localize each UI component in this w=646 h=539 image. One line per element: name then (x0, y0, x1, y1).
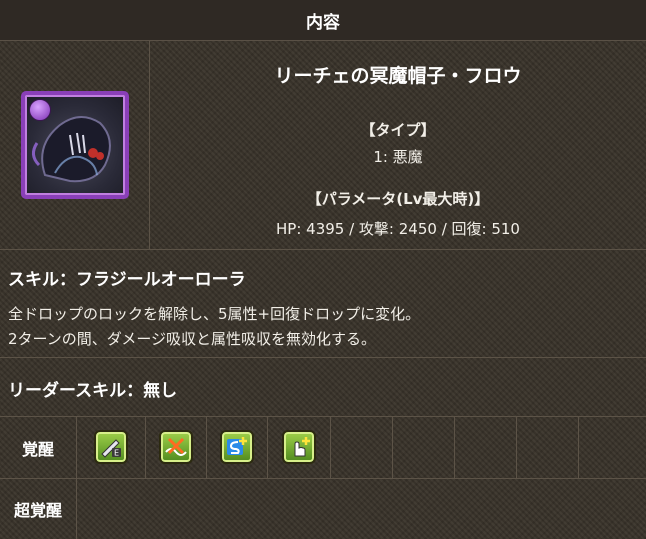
type-label: 【タイプ】 (360, 121, 436, 139)
divider (0, 416, 646, 417)
divider (0, 478, 646, 479)
awakening-label: 覚醒 (21, 439, 54, 459)
skill-description-line: 全ドロップのロックを解除し、5属性+回復ドロップに変化。 (8, 305, 421, 323)
monster-detail-panel: 内容 リーチェの冥魔帽子・フロウ 【タイプ】 1: 悪魔 【パラメータ(Lv最大… (0, 0, 646, 539)
divider (578, 416, 579, 478)
monster-icon-cell (0, 41, 149, 249)
damage-absorb-null-icon[interactable] (159, 430, 193, 464)
hat-illustration (31, 116, 111, 183)
divider (267, 416, 268, 478)
divider (454, 416, 455, 478)
type-value: 1: 悪魔 (373, 148, 423, 166)
divider (516, 416, 517, 478)
divider (145, 416, 146, 478)
skill-boost-plus-icon[interactable] (220, 430, 254, 464)
parameter-value: HP: 4395 / 攻撃: 2450 / 回復: 510 (276, 220, 520, 238)
divider (330, 416, 331, 478)
svg-text:E: E (114, 449, 119, 458)
divider (76, 416, 77, 539)
page-title: 内容 (0, 0, 646, 41)
monster-name: リーチェの冥魔帽子・フロウ (274, 65, 522, 87)
skill-title: スキル：フラジールオーローラ (8, 270, 246, 290)
monster-info: リーチェの冥魔帽子・フロウ 【タイプ】 1: 悪魔 【パラメータ(Lv最大時)】… (150, 41, 646, 249)
parameter-label: 【パラメータ(Lv最大時)】 (306, 190, 490, 208)
divider (206, 416, 207, 478)
divider (392, 416, 393, 478)
super-awakening-label: 超覚醒 (13, 501, 62, 520)
skill-description-line: 2ターンの間、ダメージ吸収と属性吸収を無効化する。 (8, 330, 377, 348)
extend-time-plus-icon[interactable] (282, 430, 316, 464)
enhanced-attack-icon[interactable]: E (94, 430, 128, 464)
leader-skill: リーダースキル：無し (8, 381, 178, 401)
monster-portrait-icon[interactable] (20, 91, 129, 199)
divider (0, 249, 646, 250)
divider (0, 357, 646, 358)
